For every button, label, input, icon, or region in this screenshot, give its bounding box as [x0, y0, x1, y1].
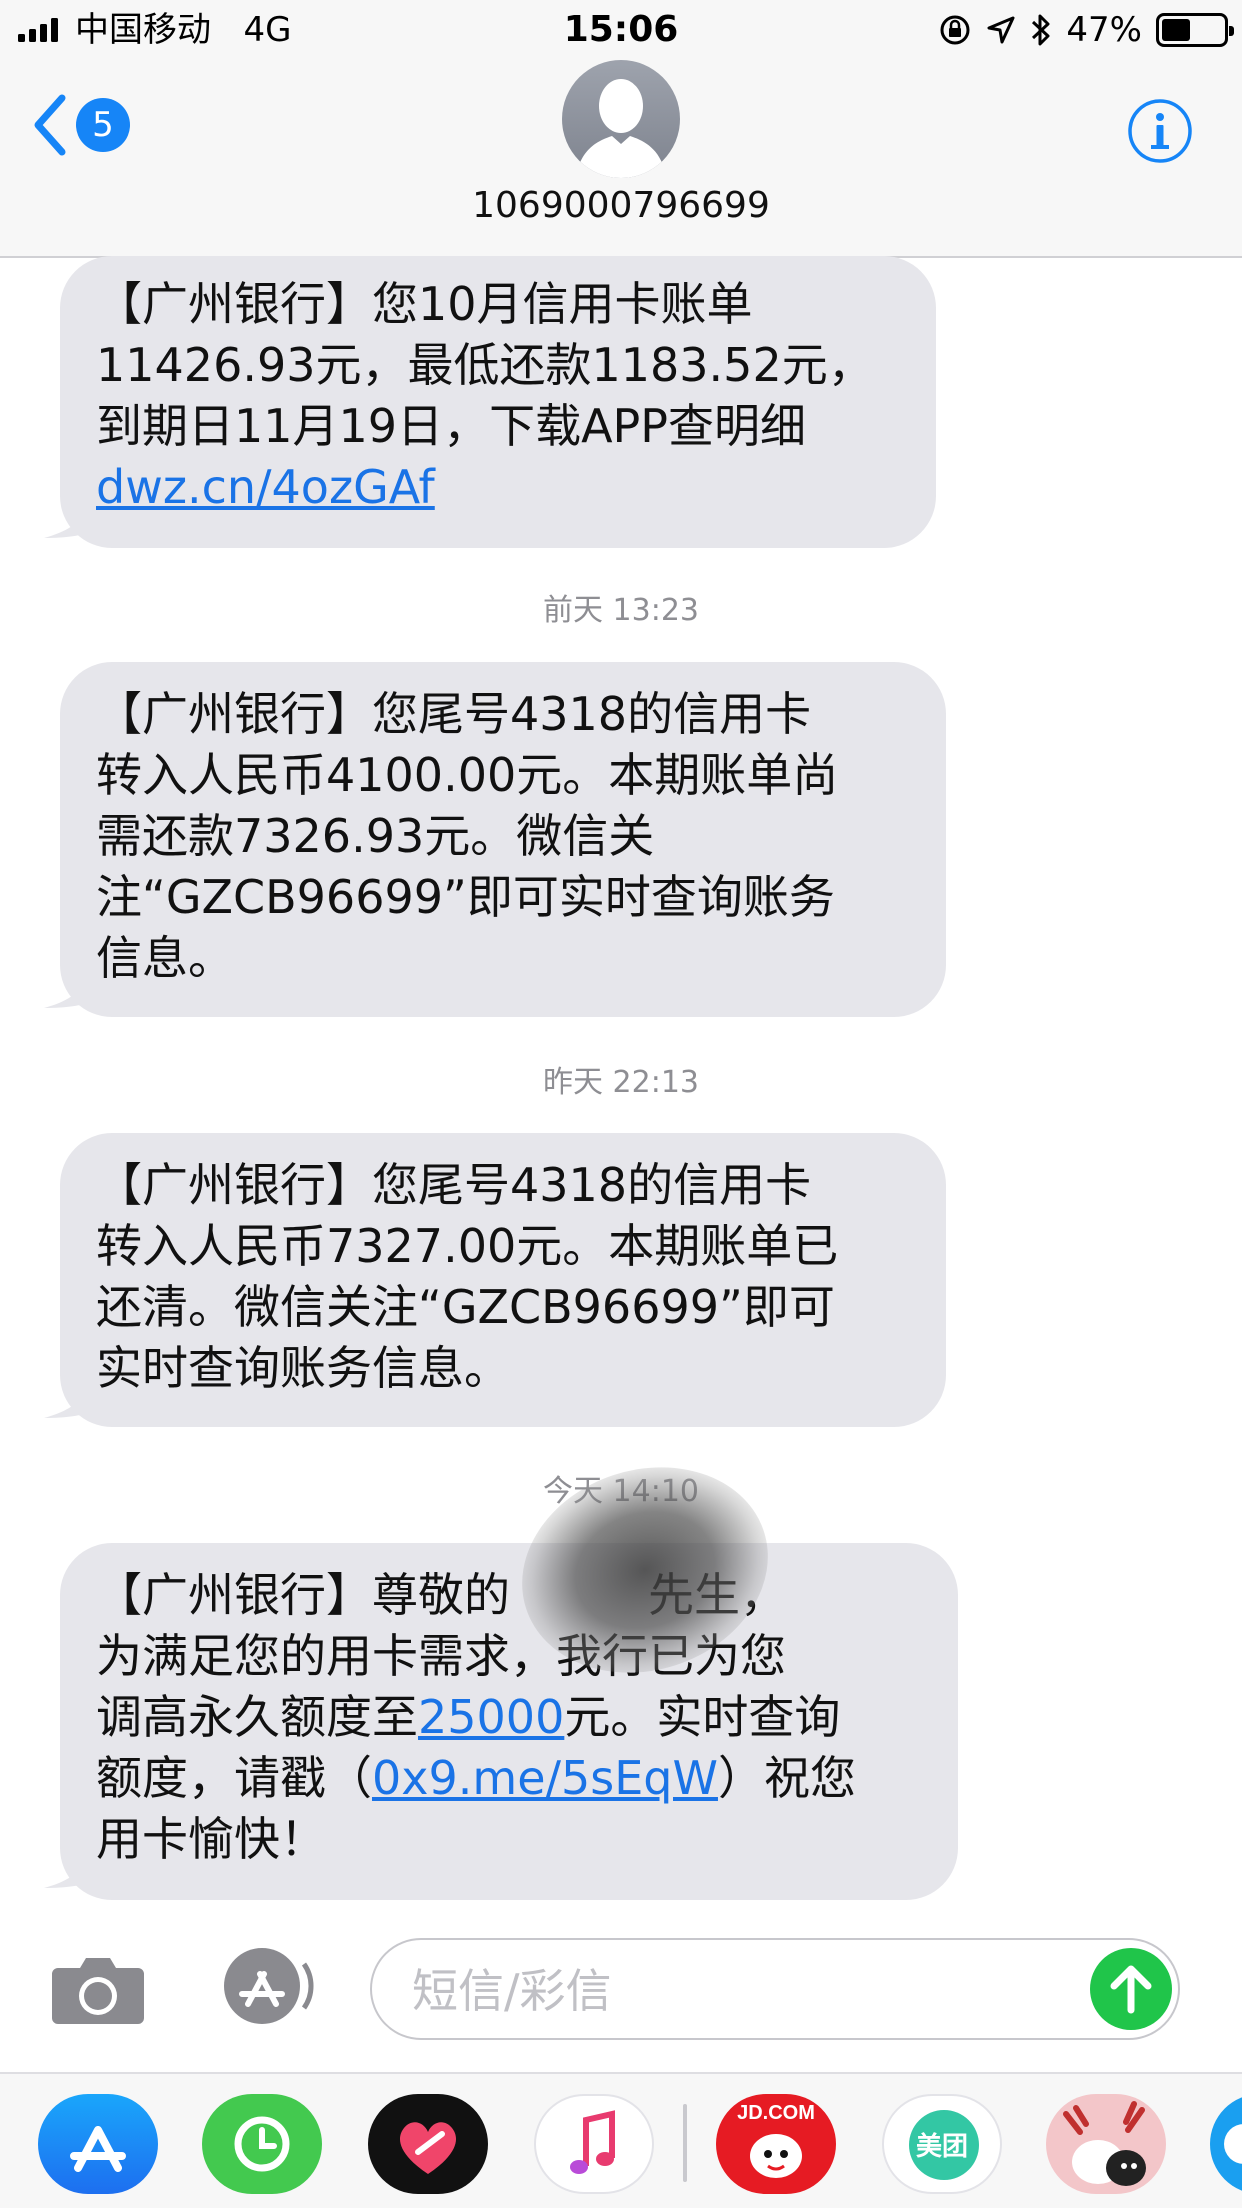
- message-line: 【广州银行】您尾号4318的信用卡: [96, 687, 812, 741]
- person-silhouette-icon: [576, 79, 666, 178]
- message-input-placeholder: 短信/彩信: [412, 1964, 612, 2018]
- message-link[interactable]: dwz.cn/4ozGAf: [96, 457, 900, 518]
- compose-bar: 短信/彩信: [0, 1920, 1242, 2072]
- arrow-up-icon: [1110, 1965, 1152, 2014]
- app-drawer: JD.COM 美团: [0, 2072, 1242, 2208]
- message-bubble[interactable]: 【广州银行】您尾号4318的信用卡 转入人民币4100.00元。本期账单尚 需还…: [60, 662, 946, 1017]
- unread-count-badge: 5: [76, 98, 130, 152]
- message-line: 11426.93元，最低还款1183.52元，: [96, 338, 874, 392]
- message-line: 还清。微信关注“GZCB96699”即可: [96, 1280, 835, 1334]
- bubble-tail: [44, 960, 94, 1008]
- orientation-lock-icon: [940, 15, 970, 45]
- drawer-divider: [683, 2104, 687, 2182]
- message-line: 注“GZCB96699”即可实时查询账务: [96, 870, 835, 924]
- message-bubble[interactable]: 【广州银行】您10月信用卡账单 11426.93元，最低还款1183.52元， …: [60, 256, 936, 548]
- app-store-icon[interactable]: [212, 1944, 316, 2028]
- camera-icon[interactable]: [50, 1952, 146, 2026]
- message-timestamp: 昨天 22:13: [543, 1065, 699, 1100]
- message-input[interactable]: 短信/彩信: [370, 1938, 1180, 2040]
- bubble-tail: [44, 1370, 94, 1418]
- message-line: 信息。: [96, 931, 234, 985]
- meituan-app[interactable]: 美团: [882, 2094, 1002, 2194]
- contact-avatar[interactable]: [562, 60, 680, 178]
- message-line: 转入人民币4100.00元。本期账单尚: [96, 748, 839, 802]
- message-line: 为满足您的用卡需求，我行已为您: [96, 1629, 786, 1683]
- message-bubble[interactable]: 【广州银行】您尾号4318的信用卡 转入人民币7327.00元。本期账单已 还清…: [60, 1133, 946, 1427]
- status-bar: 中国移动 4G 15:06 47%: [0, 0, 1242, 60]
- message-line: 转入人民币7327.00元。本期账单已: [96, 1219, 839, 1273]
- bluetooth-icon: [1032, 14, 1050, 46]
- location-icon: [987, 16, 1015, 44]
- message-line: 到期日11月19日，下载APP查明细: [96, 399, 807, 453]
- message-line: 【广州银行】您尾号4318的信用卡: [96, 1158, 812, 1212]
- meituan-logo-text: 美团: [915, 2132, 968, 2162]
- send-button[interactable]: [1090, 1948, 1172, 2030]
- chevron-left-icon: [34, 94, 66, 156]
- message-line: 【广州银行】尊敬的 先生，: [96, 1568, 786, 1622]
- jd-app[interactable]: JD.COM: [716, 2094, 836, 2194]
- status-icons: 47%: [938, 10, 1234, 50]
- app-store-icon: [70, 2126, 126, 2172]
- bubble-tail: [44, 490, 94, 538]
- bubble-tail: [44, 1840, 94, 1888]
- message-link[interactable]: 0x9.me/5sEqW: [372, 1751, 718, 1805]
- conversation-header: 5 1069000796699: [0, 60, 1242, 258]
- message-line: 用卡愉快！: [96, 1812, 326, 1866]
- heart-icon: [399, 2122, 457, 2174]
- clock-icon: [234, 2116, 290, 2172]
- partial-app[interactable]: [1210, 2094, 1242, 2194]
- digital-touch-app[interactable]: [368, 2094, 488, 2194]
- message-line: 实时查询账务信息。: [96, 1341, 510, 1395]
- app-store-app[interactable]: [38, 2094, 158, 2194]
- battery-percent: 47%: [1066, 10, 1142, 50]
- message-line: 调高永久额度至25000元。实时查询: [96, 1690, 841, 1744]
- message-line: 【广州银行】您10月信用卡账单: [96, 277, 753, 331]
- message-line: 额度，请戳（0x9.me/5sEqW）祝您: [96, 1751, 856, 1805]
- back-button[interactable]: 5: [30, 92, 130, 158]
- info-icon[interactable]: [1127, 98, 1193, 164]
- music-note-icon: [570, 2110, 615, 2174]
- cat-mascot-icon: [1063, 2101, 1146, 2186]
- activity-app[interactable]: [202, 2094, 322, 2194]
- tmall-app[interactable]: [1046, 2094, 1166, 2194]
- message-link[interactable]: 25000: [418, 1690, 564, 1744]
- jd-mascot-icon: [750, 2134, 802, 2178]
- message-bubble[interactable]: 【广州银行】尊敬的 先生， 为满足您的用卡需求，我行已为您 调高永久额度至250…: [60, 1543, 958, 1900]
- contact-number[interactable]: 1069000796699: [0, 184, 1242, 228]
- battery-icon: [1156, 13, 1234, 47]
- message-timestamp: 前天 13:23: [543, 593, 699, 628]
- message-line: 需还款7326.93元。微信关: [96, 809, 655, 863]
- music-app[interactable]: [534, 2094, 654, 2194]
